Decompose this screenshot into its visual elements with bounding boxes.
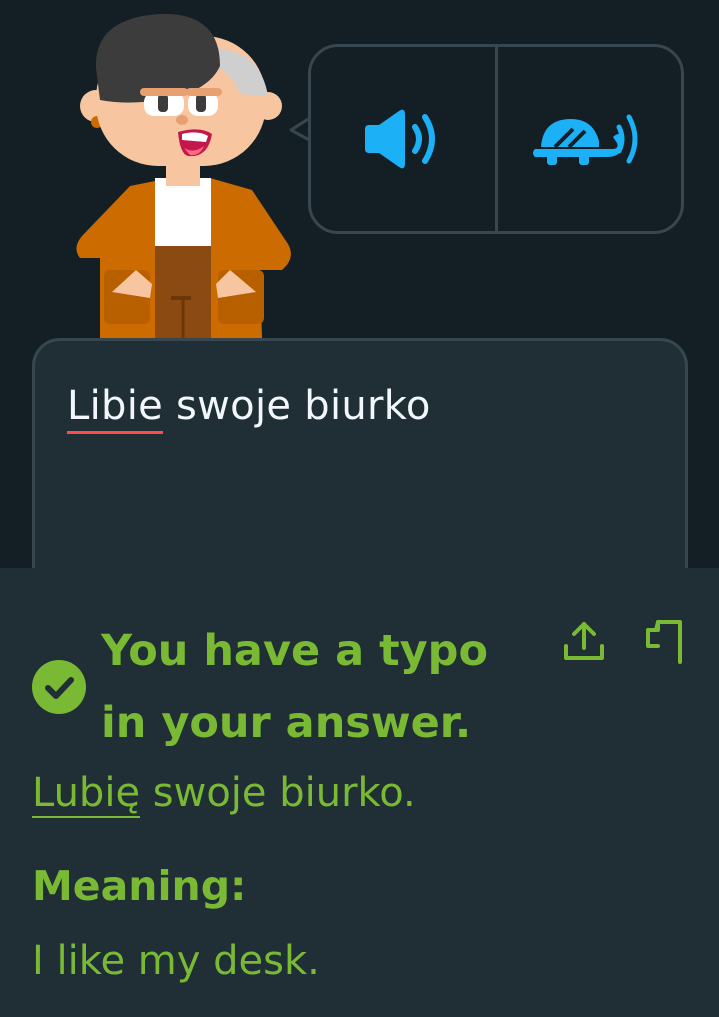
lesson-screen: Libie swoje biurko You have a typo in yo… bbox=[0, 0, 719, 1017]
typo-word: Libie bbox=[67, 383, 164, 429]
correct-answer-rest: swoje biurko. bbox=[140, 770, 416, 816]
audio-bubble bbox=[308, 44, 684, 234]
feedback-title: You have a typo in your answer. bbox=[101, 626, 488, 748]
answer-text: Libie swoje biurko bbox=[67, 383, 431, 429]
check-icon bbox=[32, 660, 86, 714]
answer-rest: swoje biurko bbox=[163, 383, 431, 429]
play-slow-audio-button[interactable] bbox=[494, 47, 682, 231]
corrected-word: Lubię bbox=[32, 770, 141, 816]
turtle-speaker-icon bbox=[533, 114, 638, 165]
meaning-text: I like my desk. bbox=[32, 938, 320, 984]
correct-answer: Lubię swoje biurko. bbox=[32, 770, 416, 816]
share-icon[interactable] bbox=[562, 620, 606, 664]
flag-icon[interactable] bbox=[642, 616, 688, 666]
speaker-icon bbox=[364, 109, 435, 169]
character-avatar-icon bbox=[76, 13, 291, 338]
play-audio-button[interactable] bbox=[311, 47, 495, 231]
meaning-label: Meaning: bbox=[32, 862, 247, 910]
